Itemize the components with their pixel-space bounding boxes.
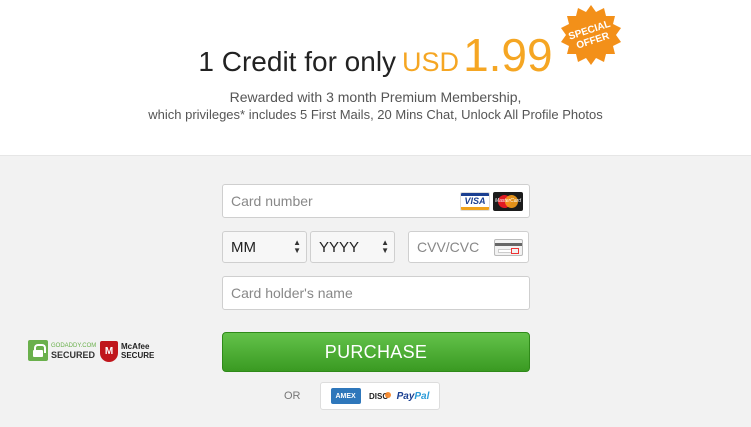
cvv-input[interactable]: CVV/CVC <box>408 231 529 263</box>
purchase-button[interactable]: PURCHASE <box>222 332 530 372</box>
mcafee-shield-icon: M <box>100 340 118 362</box>
offer-subtitle-2: which privileges* includes 5 First Mails… <box>148 107 603 122</box>
card-number-placeholder: Card number <box>231 193 313 209</box>
card-number-input[interactable]: Card number VISA MasterCard <box>222 184 530 218</box>
expiry-month-select[interactable]: MM ▲ ▼ <box>222 231 307 263</box>
cvv-placeholder: CVV/CVC <box>417 239 480 255</box>
discover-icon: DISC <box>365 388 393 404</box>
or-label: OR <box>284 390 301 402</box>
paypal-pay: Pay <box>396 390 415 402</box>
mastercard-icon: MasterCard <box>493 192 523 211</box>
godaddy-secured-seal: GODADDY.COM SECURED <box>28 340 96 361</box>
select-arrows-icon: ▲ ▼ <box>293 238 301 255</box>
visa-icon: VISA <box>460 192 490 211</box>
expiry-month-value: MM <box>231 238 256 256</box>
alternative-payment-button[interactable]: AMEX DISC PayPal <box>320 382 440 410</box>
paypal-pal: Pal <box>414 390 430 402</box>
expiry-year-value: YYYY <box>319 238 360 256</box>
offer-headline: 1 Credit for only USD1.99 <box>0 28 751 82</box>
price-value: 1.99 <box>463 29 553 81</box>
select-arrows-icon: ▲ ▼ <box>381 238 389 255</box>
card-back-icon <box>494 239 523 256</box>
headline-text: 1 Credit for only <box>198 46 397 77</box>
offer-header: 1 Credit for only USD1.99 SPECIAL OFFER R… <box>0 0 751 156</box>
card-holder-placeholder: Card holder's name <box>231 285 353 301</box>
paypal-icon: PayPal <box>397 391 430 402</box>
lock-icon <box>28 340 48 361</box>
mcafee-line2: SECURE <box>121 351 155 360</box>
amex-icon: AMEX <box>330 388 361 404</box>
mastercard-label: MasterCard <box>494 198 522 204</box>
currency-label: USD <box>402 47 460 77</box>
mcafee-line1: McAfee <box>121 342 150 351</box>
special-offer-badge: SPECIAL OFFER <box>560 4 622 66</box>
godaddy-line2: SECURED <box>51 349 96 360</box>
card-holder-name-input[interactable]: Card holder's name <box>222 276 530 310</box>
offer-subtitle-1: Rewarded with 3 month Premium Membership… <box>229 89 522 105</box>
visa-label: VISA <box>464 196 486 206</box>
mcafee-secure-seal: M McAfee SECURE <box>100 340 154 362</box>
accepted-cards: VISA MasterCard <box>460 192 523 211</box>
expiry-year-select[interactable]: YYYY ▲ ▼ <box>310 231 395 263</box>
